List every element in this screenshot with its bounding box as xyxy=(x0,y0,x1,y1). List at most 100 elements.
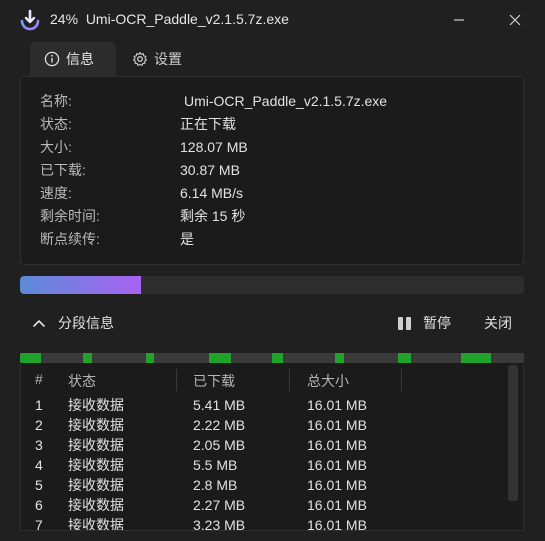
cell-total: 16.01 MB xyxy=(307,517,367,531)
info-label: 状态: xyxy=(40,116,72,132)
cell-status: 接收数据 xyxy=(68,437,124,453)
download-arrow-icon xyxy=(19,9,41,31)
table-row: 6 接收数据 2.27 MB 16.01 MB xyxy=(21,495,501,515)
table-scrollbar[interactable] xyxy=(508,365,518,501)
cell-status: 接收数据 xyxy=(68,457,124,473)
segment-mark xyxy=(209,353,231,363)
cell-downloaded: 5.41 MB xyxy=(193,397,246,413)
pause-button[interactable]: 暂停 xyxy=(398,313,451,333)
cell-status: 接收数据 xyxy=(68,417,124,433)
info-icon xyxy=(44,51,60,67)
tab-info[interactable]: 信息 xyxy=(30,42,116,76)
info-label: 剩余时间: xyxy=(40,208,100,224)
download-progress-bar xyxy=(20,276,524,294)
cell-total: 16.01 MB xyxy=(307,477,367,493)
cell-index: 6 xyxy=(35,497,43,513)
info-value: 128.07 MB xyxy=(180,139,248,155)
tab-settings-label: 设置 xyxy=(154,51,182,67)
title-bar: 24% Umi-OCR_Paddle_v2.1.5.7z.exe xyxy=(0,0,545,40)
cell-downloaded: 5.5 MB xyxy=(193,457,238,473)
title-progress: 24% xyxy=(50,11,79,27)
segment-map xyxy=(20,353,524,363)
column-separator xyxy=(289,369,290,391)
cell-status: 接收数据 xyxy=(68,477,124,493)
gear-icon xyxy=(132,51,148,66)
column-header-index: # xyxy=(35,371,43,387)
info-value: 正在下载 xyxy=(180,116,236,132)
table-row: 2 接收数据 2.22 MB 16.01 MB xyxy=(21,415,501,435)
info-panel: 名称: Umi-OCR_Paddle_v2.1.5.7z.exe 状态: 正在下… xyxy=(20,76,524,265)
info-row-status: 状态: 正在下载 xyxy=(40,114,520,134)
cell-index: 5 xyxy=(35,477,43,493)
table-row: 5 接收数据 2.8 MB 16.01 MB xyxy=(21,475,501,495)
info-row-size: 大小: 128.07 MB xyxy=(40,137,520,157)
cell-downloaded: 3.23 MB xyxy=(193,517,246,531)
cell-downloaded: 2.8 MB xyxy=(193,477,238,493)
progress-fill xyxy=(20,276,141,294)
cell-downloaded: 2.27 MB xyxy=(193,497,246,513)
info-row-speed: 速度: 6.14 MB/s xyxy=(40,183,520,203)
cell-index: 4 xyxy=(35,457,43,473)
info-value: 30.87 MB xyxy=(180,162,240,178)
segment-mark xyxy=(461,353,492,363)
chevron-up-icon xyxy=(33,320,45,327)
title-filename: Umi-OCR_Paddle_v2.1.5.7z.exe xyxy=(85,11,289,27)
column-header-status: 状态 xyxy=(68,373,96,389)
tab-settings[interactable]: 设置 xyxy=(118,42,208,76)
table-row: 3 接收数据 2.05 MB 16.01 MB xyxy=(21,435,501,455)
cell-index: 3 xyxy=(35,437,43,453)
table-row: 7 接收数据 3.23 MB 16.01 MB xyxy=(21,515,501,531)
segment-mark xyxy=(20,353,42,363)
info-row-remaining: 剩余时间: 剩余 15 秒 xyxy=(40,206,520,226)
close-button[interactable]: 关闭 xyxy=(484,313,512,333)
segment-header: 分段信息 暂停 关闭 xyxy=(20,308,524,338)
table-row: 4 接收数据 5.5 MB 16.01 MB xyxy=(21,455,501,475)
cell-status: 接收数据 xyxy=(68,397,124,413)
segment-mark xyxy=(146,353,155,363)
segment-toggle-button[interactable]: 分段信息 xyxy=(32,313,114,333)
info-row-resume: 断点续传: 是 xyxy=(40,229,520,249)
column-separator xyxy=(401,369,402,391)
info-value: 是 xyxy=(180,231,194,247)
cell-total: 16.01 MB xyxy=(307,457,367,473)
cell-index: 7 xyxy=(35,517,43,531)
info-value: 6.14 MB/s xyxy=(180,185,244,201)
pause-label: 暂停 xyxy=(423,315,451,331)
cell-downloaded: 2.22 MB xyxy=(193,417,246,433)
cell-total: 16.01 MB xyxy=(307,497,367,513)
info-row-downloaded: 已下载: 30.87 MB xyxy=(40,160,520,180)
table-row: 1 接收数据 5.41 MB 16.01 MB xyxy=(21,395,501,415)
cell-index: 2 xyxy=(35,417,43,433)
info-value: 剩余 15 秒 xyxy=(180,208,246,224)
column-header-total: 总大小 xyxy=(307,373,349,389)
segment-toggle-label: 分段信息 xyxy=(58,315,114,331)
segment-table: # 状态 已下载 总大小 1 接收数据 5.41 MB 16.01 MB 2 接… xyxy=(20,363,524,531)
info-label: 已下载: xyxy=(40,162,86,178)
cell-total: 16.01 MB xyxy=(307,397,367,413)
close-window-button[interactable] xyxy=(504,9,526,31)
segment-mark xyxy=(272,353,284,363)
cell-status: 接收数据 xyxy=(68,517,124,531)
close-icon xyxy=(509,14,521,26)
column-header-downloaded: 已下载 xyxy=(193,373,235,389)
info-row-name: 名称: Umi-OCR_Paddle_v2.1.5.7z.exe xyxy=(40,91,520,111)
window-title: 24% Umi-OCR_Paddle_v2.1.5.7z.exe xyxy=(50,11,289,27)
pause-icon xyxy=(398,316,411,330)
cell-downloaded: 2.05 MB xyxy=(193,437,246,453)
cell-status: 接收数据 xyxy=(68,497,124,513)
segment-mark xyxy=(335,353,344,363)
segment-mark xyxy=(83,353,92,363)
cell-index: 1 xyxy=(35,397,43,413)
minimize-icon xyxy=(454,19,464,21)
info-label: 速度: xyxy=(40,185,72,201)
info-value[interactable]: Umi-OCR_Paddle_v2.1.5.7z.exe xyxy=(184,91,387,111)
segment-mark xyxy=(398,353,411,363)
info-label: 大小: xyxy=(40,139,72,155)
tab-info-label: 信息 xyxy=(66,51,94,67)
minimize-button[interactable] xyxy=(448,9,470,31)
cell-total: 16.01 MB xyxy=(307,437,367,453)
column-separator xyxy=(176,369,177,391)
cell-total: 16.01 MB xyxy=(307,417,367,433)
info-label: 断点续传: xyxy=(40,231,100,247)
info-label: 名称: xyxy=(40,93,72,109)
